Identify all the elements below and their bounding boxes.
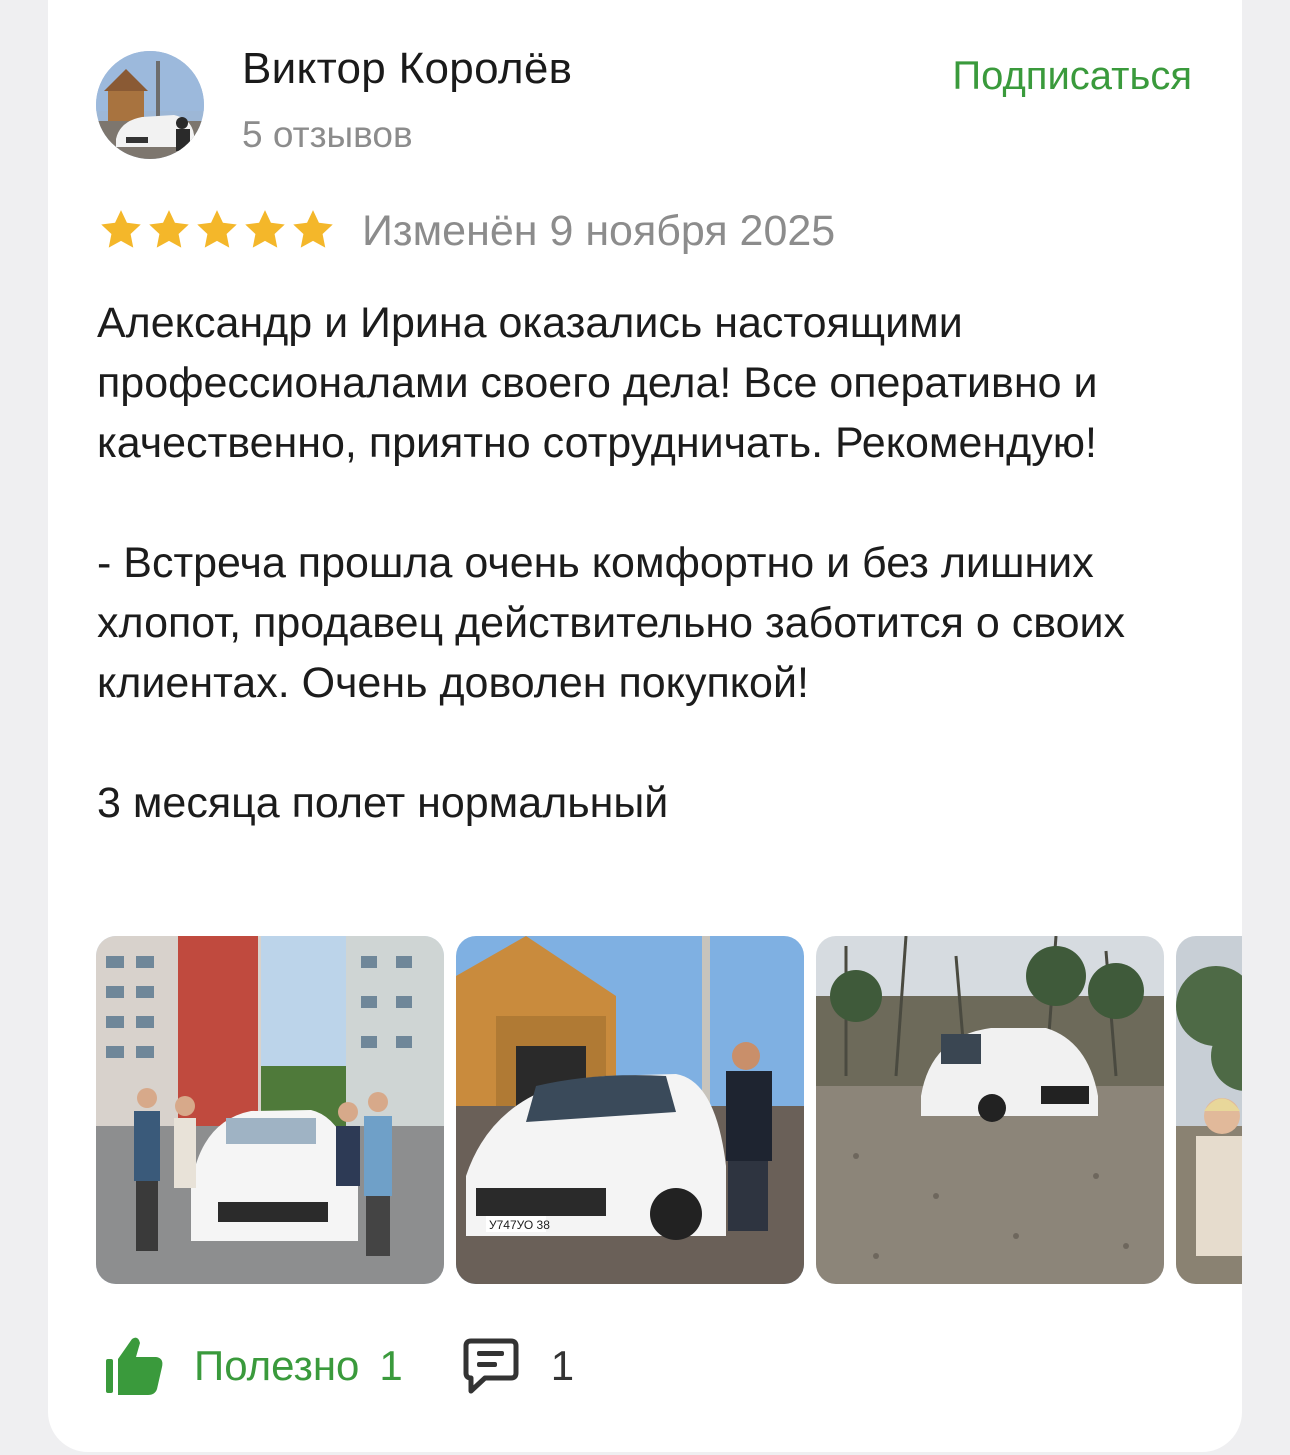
avatar[interactable] (96, 51, 204, 159)
review-date: Изменён 9 ноября 2025 (362, 207, 836, 255)
review-photo[interactable] (816, 936, 1164, 1284)
comment-icon (463, 1338, 519, 1394)
rating-stars (98, 207, 336, 253)
review-text: Александр и Ирина оказались настоящими п… (97, 299, 1126, 827)
comments-count: 1 (550, 1342, 575, 1389)
license-plate: У747УО 38 (489, 1218, 550, 1232)
subscribe-button[interactable]: Подписаться (952, 54, 1192, 99)
comments-button[interactable]: 1 (463, 1337, 574, 1395)
review-actions: Полезно 1 1 (104, 1330, 574, 1402)
author-review-count[interactable]: 5 отзывов (242, 114, 413, 156)
thumbs-up-icon (106, 1337, 163, 1395)
review-photo[interactable] (96, 936, 444, 1284)
helpful-count: 1 (379, 1342, 403, 1389)
review-card: Виктор Королёв 5 отзывов Подписаться Изм… (48, 0, 1242, 1452)
star-icon (149, 210, 189, 248)
author-name[interactable]: Виктор Королёв (242, 44, 572, 94)
photo-image (1176, 936, 1242, 1284)
photo-gallery[interactable]: У747УО 38 (96, 936, 1242, 1284)
helpful-button[interactable]: Полезно 1 (104, 1335, 403, 1397)
star-icon (293, 210, 333, 248)
avatar-image (96, 51, 204, 159)
review-photo[interactable]: У747УО 38 (456, 936, 804, 1284)
star-icon (245, 210, 285, 248)
review-photo[interactable] (1176, 936, 1242, 1284)
photo-image: У747УО 38 (456, 936, 804, 1284)
photo-image (816, 936, 1164, 1284)
photo-image (96, 936, 444, 1284)
helpful-label: Полезно (194, 1342, 360, 1389)
star-icon (197, 210, 237, 248)
star-icon (101, 210, 141, 248)
